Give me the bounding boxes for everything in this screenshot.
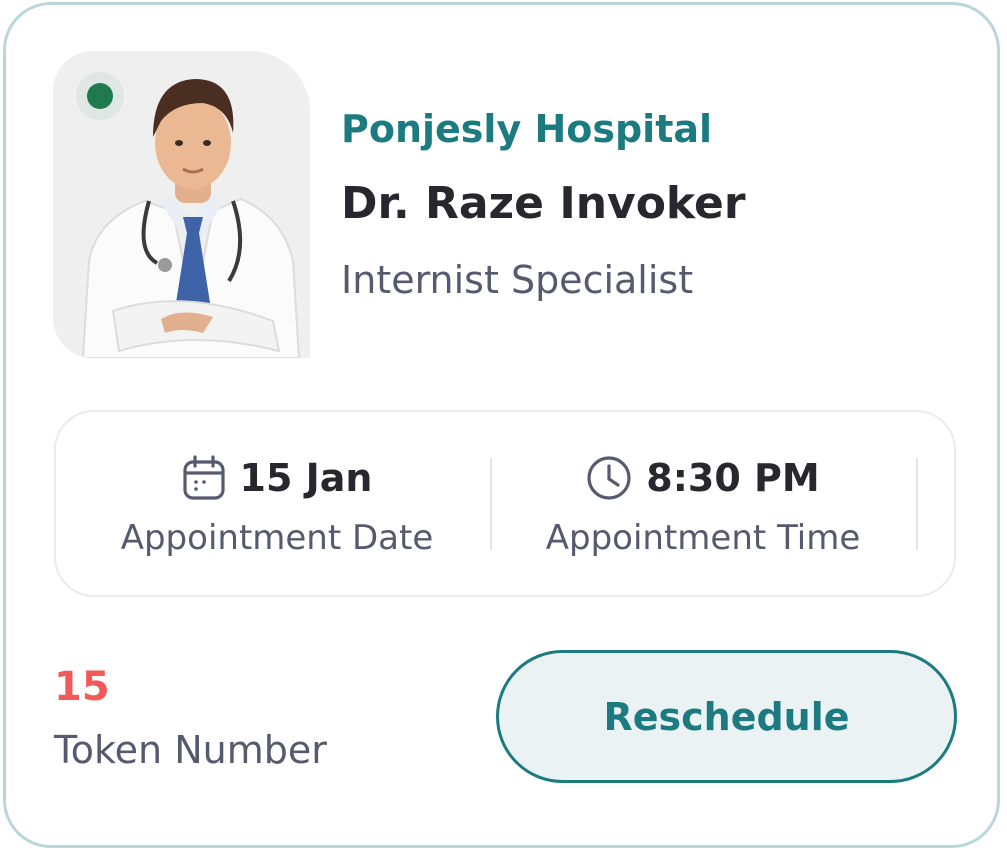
appointment-date-label: Appointment Date <box>120 518 434 558</box>
calendar-icon <box>182 455 225 500</box>
appointment-time-block: 8:30 PM Appointment Time <box>503 450 903 558</box>
reschedule-button[interactable]: Reschedule <box>496 650 957 783</box>
doctor-specialty: Internist Specialist <box>341 258 694 302</box>
clock-icon <box>587 456 631 500</box>
info-divider <box>490 458 492 550</box>
token-number-label: Token Number <box>54 728 327 772</box>
hospital-name: Ponjesly Hospital <box>341 107 713 151</box>
appointment-date-block: 15 Jan Appointment Date <box>77 450 477 558</box>
appointment-time-label: Appointment Time <box>545 518 861 558</box>
token-number-value: 15 <box>54 664 110 710</box>
info-divider <box>916 458 918 550</box>
appointment-date-value: 15 Jan <box>239 456 373 500</box>
doctor-name: Dr. Raze Invoker <box>341 178 746 229</box>
appointment-time-value: 8:30 PM <box>646 456 820 500</box>
online-status-dot <box>87 83 113 109</box>
